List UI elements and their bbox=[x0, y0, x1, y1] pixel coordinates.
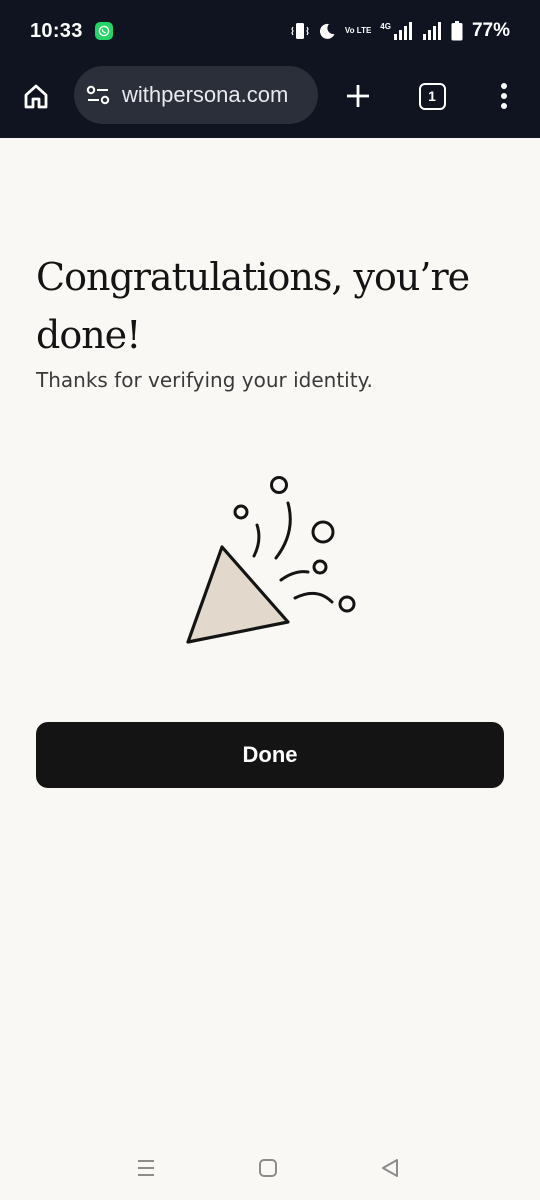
confetti-dot bbox=[233, 504, 249, 520]
back-icon[interactable] bbox=[376, 1154, 404, 1182]
home-icon[interactable] bbox=[18, 78, 54, 114]
url-bar[interactable]: withpersona.com bbox=[74, 66, 318, 124]
volte-indicator: Vo LTE bbox=[344, 26, 372, 35]
browser-toolbar: withpersona.com 1 bbox=[0, 62, 540, 138]
confetti-streamer bbox=[252, 523, 261, 558]
party-popper-icon bbox=[186, 476, 356, 644]
confetti-streamer bbox=[293, 591, 334, 604]
network-type-label: 4G bbox=[380, 22, 391, 31]
status-bar: 10:33 Vo LTE 4G 77% bbox=[0, 0, 540, 62]
signal-4g-icon: 4G bbox=[380, 22, 413, 40]
done-button[interactable]: Done bbox=[36, 722, 504, 788]
url-text[interactable]: withpersona.com bbox=[122, 82, 288, 108]
confetti-streamer bbox=[279, 570, 310, 582]
confetti-streamer bbox=[274, 501, 292, 560]
party-cone bbox=[186, 545, 290, 644]
confetti-dot bbox=[311, 520, 335, 544]
status-left: 10:33 bbox=[30, 20, 113, 43]
new-tab-icon[interactable] bbox=[340, 78, 376, 114]
vibrate-icon bbox=[291, 21, 309, 41]
status-right: Vo LTE 4G 77% bbox=[291, 20, 510, 42]
confetti-dot bbox=[270, 476, 288, 494]
do-not-disturb-moon-icon bbox=[318, 22, 336, 40]
site-settings-icon[interactable] bbox=[86, 85, 110, 105]
whatsapp-icon bbox=[94, 22, 113, 40]
page-subtitle: Thanks for verifying your identity. bbox=[36, 368, 373, 392]
status-time: 10:33 bbox=[30, 19, 83, 42]
home-nav-icon[interactable] bbox=[254, 1154, 282, 1182]
page-title: Congratulations, you’re done! bbox=[36, 255, 470, 357]
signal-icon bbox=[422, 22, 442, 40]
confetti-dot bbox=[312, 559, 328, 575]
more-icon[interactable] bbox=[486, 78, 522, 114]
recents-icon[interactable] bbox=[132, 1154, 160, 1182]
battery-icon bbox=[451, 21, 463, 41]
tab-switcher-icon[interactable]: 1 bbox=[414, 78, 450, 114]
system-nav-bar bbox=[0, 1140, 540, 1200]
tab-count[interactable]: 1 bbox=[418, 82, 446, 110]
confetti-dot bbox=[338, 595, 356, 613]
battery-percent: 77% bbox=[471, 20, 510, 41]
